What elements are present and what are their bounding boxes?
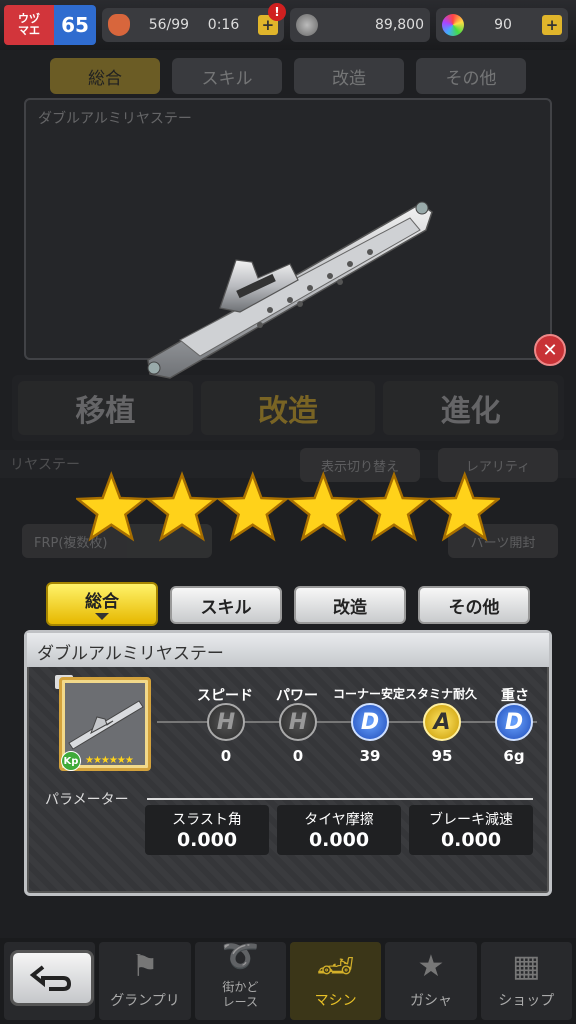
shop-icon: ▦ [512,949,541,984]
value-weight: 6g [503,747,525,765]
grade-cornering: D [351,703,389,741]
back-arrow-icon [29,965,72,991]
bg-tab-skill: スキル [172,58,282,94]
detail-tabs: 総合 スキル 改造 その他 [46,582,530,626]
checkered-flag-icon: ⚑ [131,949,159,984]
coin-icon [296,14,318,36]
thumbnail-stars: ★★★★★★ [85,755,134,766]
nav-label: マシン [314,993,357,1009]
tab-overall[interactable]: 総合 [46,582,158,626]
param-tire-friction: タイヤ摩擦 0.000 [277,805,401,855]
param-value: 0.000 [308,829,370,851]
grade-weight: D [495,703,533,741]
alert-badge: ! [267,3,286,21]
back-button[interactable] [10,950,94,1006]
rear-stay-part-image [147,201,433,379]
car-icon: 🏎 [316,949,355,984]
close-icon[interactable]: ✕ [534,334,566,366]
coin-value: 89,800 [375,17,424,33]
status-bar: ウヅ マエ 65 56/99 0:16 + ! 89,800 90 + [0,0,576,50]
chevron-down-icon [95,613,109,620]
star-icon [145,471,219,542]
param-value: 0.000 [440,829,502,851]
parameters-label: パラメーター [45,792,129,808]
param-value: 0.000 [176,829,238,851]
gem-icon [442,14,464,36]
param-brake-decel: ブレーキ減速 0.000 [409,805,533,855]
value-power: 0 [292,747,304,765]
star-icon [427,471,500,542]
tab-skill[interactable]: スキル [170,586,282,624]
star-wreath-icon: ★ [417,949,445,984]
stamina-display: 56/99 0:16 + ! [102,3,286,42]
stat-header-cornering: コーナー安定 [332,687,405,701]
coin-display: 89,800 [290,8,430,42]
part-name: ダブルアルミリヤステー [27,633,549,667]
star-icon [286,471,361,542]
nav-machine[interactable]: 🏎 マシン [289,942,382,1020]
bg-tab-other: その他 [416,58,526,94]
stat-header-weight: 重さ [501,688,529,704]
stat-header-power: パワー [276,688,318,704]
kp-badge: Kp [61,751,81,771]
bg-panel-title: ダブルアルミリヤステー [38,111,192,127]
param-name: タイヤ摩擦 [304,812,374,828]
rarity-stars [76,471,500,542]
nav-street-race[interactable]: ➰ 街かど レース [194,939,286,1020]
param-name: スラスト角 [172,812,242,828]
stamina-value: 56/99 [148,17,190,33]
nav-grand-prix[interactable]: ⚑ グランプリ [99,942,191,1020]
rank-label: ウヅ マエ [4,5,54,45]
tab-overall-label: 総合 [85,591,119,612]
rank-badge: ウヅ マエ 65 [4,5,96,45]
heart-icon [108,14,130,36]
nav-gacha[interactable]: ★ ガシャ [385,942,477,1020]
parameters-divider [147,798,533,800]
bg-tab-overall: 総合 [50,58,160,94]
star-icon [357,471,431,542]
nav-label: グランプリ [110,993,180,1009]
nav-label: ガシャ [409,993,452,1009]
tab-modify[interactable]: 改造 [294,586,406,624]
track-icon: ➰ [221,939,259,974]
grade-speed: H [207,703,245,741]
grade-power: H [279,703,317,741]
bg-tab-modify: 改造 [294,58,404,94]
nav-shop[interactable]: ▦ ショップ [480,942,572,1020]
star-icon [215,471,290,542]
background-tabs: 総合 スキル 改造 その他 [50,58,526,94]
value-stamina: 95 [431,747,453,765]
gem-display: 90 + [436,8,568,42]
part-info-panel: ダブルアルミリヤステー Kp ★★★★★★ スピード パワー コーナー安定 スタ… [24,630,552,896]
nav-label: ショップ [498,993,555,1009]
rank-value: 65 [54,5,96,45]
stamina-plus-button[interactable]: + ! [257,3,286,35]
grade-stamina: A [423,703,461,741]
param-name: ブレーキ減速 [429,812,513,828]
stat-header-speed: スピード [197,688,253,704]
nav-label: 街かど レース [222,980,259,1009]
value-speed: 0 [220,747,232,765]
tab-other[interactable]: その他 [418,586,530,624]
stamina-timer: 0:16 [207,17,240,33]
gem-plus-button[interactable]: + [541,15,562,35]
star-icon [76,471,149,542]
stat-header-stamina: スタミナ耐久 [404,687,477,701]
param-thrust-angle: スラスト角 0.000 [145,805,269,855]
value-cornering: 39 [359,747,381,765]
gem-value: 90 [494,17,512,33]
